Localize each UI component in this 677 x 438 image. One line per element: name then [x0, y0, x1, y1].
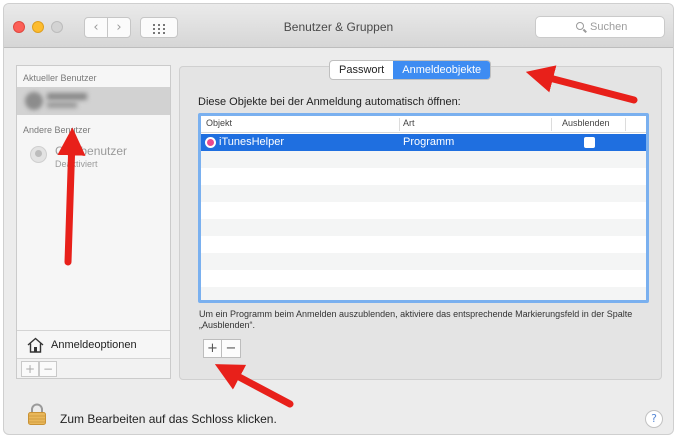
login-options-item[interactable]: Anmeldeoptionen	[17, 330, 170, 358]
row-item-name: iTunesHelper	[219, 136, 285, 148]
column-header-art[interactable]: Art	[403, 118, 415, 128]
tab-anmeldeobjekte[interactable]: Anmeldeobjekte	[393, 61, 491, 79]
current-user-name-redacted	[47, 93, 87, 100]
empty-row	[201, 185, 646, 202]
remove-login-item-button[interactable]: −	[222, 339, 241, 358]
login-items-table[interactable]: Objekt Art Ausblenden iTunesHelper Progr…	[198, 113, 649, 303]
empty-row	[201, 253, 646, 270]
sidebar-add-remove-bar: + −	[17, 358, 170, 378]
column-header-ausblenden[interactable]: Ausblenden	[562, 118, 610, 128]
hide-checkbox[interactable]	[584, 137, 595, 148]
empty-row	[201, 219, 646, 236]
column-header-objekt[interactable]: Objekt	[206, 118, 232, 128]
search-placeholder: Suchen	[590, 21, 628, 33]
guest-user-name: Gastbenutzer	[55, 144, 128, 158]
empty-row	[201, 270, 646, 287]
current-user-role-redacted	[47, 102, 77, 108]
users-sidebar: Aktueller Benutzer Andere Benutzer Gastb…	[16, 65, 171, 379]
title-bar: ‹ › Benutzer & Gruppen Suchen	[4, 4, 673, 48]
login-items-intro: Diese Objekte bei der Anmeldung automati…	[198, 96, 461, 108]
current-user-item[interactable]	[17, 87, 170, 115]
current-user-avatar	[25, 92, 43, 110]
empty-row	[201, 202, 646, 219]
current-user-section-label: Aktueller Benutzer	[23, 73, 97, 83]
guest-user-status: Deaktiviert	[55, 159, 98, 169]
itunes-icon	[205, 137, 216, 148]
login-options-label: Anmeldeoptionen	[51, 339, 137, 351]
table-header: Objekt Art Ausblenden	[201, 116, 646, 133]
empty-row	[201, 236, 646, 253]
tab-segmented-control: Passwort Anmeldeobjekte	[329, 60, 492, 80]
house-icon	[27, 337, 44, 353]
lock-instruction-text: Zum Bearbeiten auf das Schloss klicken.	[60, 412, 277, 426]
search-field[interactable]: Suchen	[535, 16, 665, 38]
empty-row	[201, 287, 646, 300]
hide-help-text: Um ein Programm beim Anmelden auszublend…	[199, 309, 633, 330]
add-login-item-button[interactable]: +	[203, 339, 222, 358]
add-user-button[interactable]: +	[21, 361, 39, 377]
row-item-kind: Programm	[403, 136, 455, 148]
lock-icon[interactable]	[27, 403, 47, 425]
search-icon	[576, 22, 584, 30]
login-items-add-remove: + −	[203, 339, 241, 358]
empty-row	[201, 168, 646, 185]
tab-passwort[interactable]: Passwort	[330, 61, 393, 79]
empty-row	[201, 151, 646, 168]
help-button[interactable]: ?	[645, 410, 663, 428]
other-users-section-label: Andere Benutzer	[23, 125, 91, 135]
remove-user-button[interactable]: −	[39, 361, 57, 377]
guest-avatar-icon	[30, 146, 47, 163]
table-row[interactable]: iTunesHelper Programm	[201, 134, 646, 151]
